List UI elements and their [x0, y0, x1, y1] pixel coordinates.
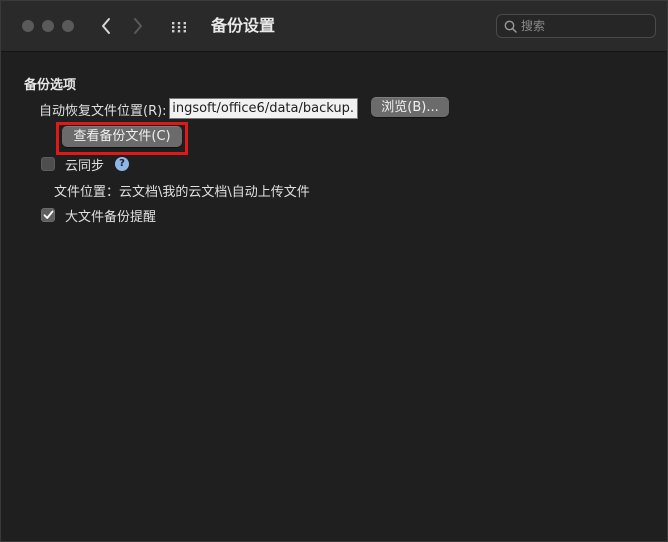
search-box[interactable]	[496, 14, 656, 38]
search-input[interactable]	[521, 19, 641, 33]
file-location-text: 文件位置：云文档\我的云文档\自动上传文件	[54, 185, 310, 200]
browse-button[interactable]: 浏览(B)...	[371, 97, 449, 117]
large-file-reminder-checkbox[interactable]	[41, 208, 55, 222]
auto-recover-path-field[interactable]	[169, 98, 358, 119]
show-all-button[interactable]	[171, 19, 187, 35]
forward-button[interactable]	[126, 13, 150, 39]
app-grid-icon	[172, 22, 186, 33]
auto-recover-location-label: 自动恢复文件位置(R):	[39, 104, 167, 119]
large-file-reminder-label: 大文件备份提醒	[65, 210, 157, 225]
help-icon[interactable]: ?	[115, 157, 129, 171]
view-backup-files-button[interactable]: 查看备份文件(C)	[62, 126, 182, 147]
chevron-left-icon	[102, 18, 110, 34]
zoom-window-button[interactable]	[62, 20, 74, 32]
search-icon	[504, 20, 517, 33]
window-title: 备份设置	[211, 16, 276, 35]
title-bar: 备份设置	[1, 1, 667, 52]
cloud-sync-checkbox[interactable]	[41, 157, 55, 171]
backup-settings-window: 备份设置 备份选项 自动恢复文件位置(R): 浏览(B)... 查看备份文件(C…	[0, 0, 668, 542]
cloud-sync-label: 云同步	[65, 159, 105, 174]
close-window-button[interactable]	[22, 20, 34, 32]
back-button[interactable]	[94, 13, 118, 39]
chevron-right-icon	[134, 18, 142, 34]
section-title-backup-options: 备份选项	[24, 78, 77, 93]
minimize-window-button[interactable]	[42, 20, 54, 32]
checkmark-icon	[43, 210, 53, 219]
